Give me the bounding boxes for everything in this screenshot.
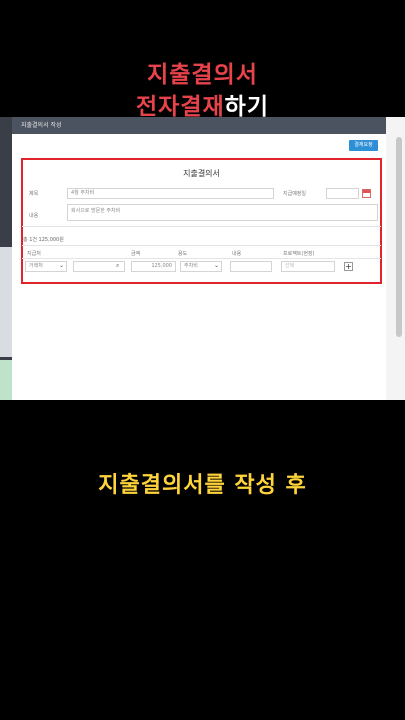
total-summary: 총 1건 125,000원 xyxy=(23,237,64,243)
calendar-icon[interactable] xyxy=(362,189,371,198)
approval-request-button[interactable]: 결재요청 xyxy=(349,140,378,151)
chevron-down-icon: ⌄ xyxy=(214,262,220,269)
row-content-input[interactable] xyxy=(230,261,272,272)
caption-subtitle: 전자결재하기 xyxy=(0,87,405,121)
header-purpose: 용도 xyxy=(178,251,188,257)
content-textarea[interactable]: 회사으로 방문한 주차비 xyxy=(67,204,378,221)
amount-input[interactable]: 125,000 xyxy=(131,261,176,272)
scrollbar-thumb[interactable] xyxy=(396,137,402,337)
background-app-left xyxy=(0,117,12,400)
date-input[interactable] xyxy=(326,188,359,199)
header-amount: 금액 xyxy=(131,251,141,257)
header-content: 내용 xyxy=(232,251,242,257)
project-select[interactable]: 선택 xyxy=(281,261,335,272)
modal-header-title: 지출결의서 작성 xyxy=(12,117,386,134)
scrollbar[interactable] xyxy=(386,117,405,400)
content-label: 내용 xyxy=(29,213,39,219)
caption-title: 지출결의서 xyxy=(147,62,258,88)
subject-label: 제목 xyxy=(29,191,39,197)
search-icon[interactable]: ⌕ xyxy=(116,262,119,270)
header-project: 프로젝트(현장) xyxy=(283,251,315,257)
date-label: 지급예정일 xyxy=(283,191,307,197)
subject-input[interactable]: 4월 주차비 xyxy=(67,188,274,199)
caption-bottom: 지출결의서를 작성 후 xyxy=(98,473,307,498)
add-row-button[interactable]: + xyxy=(344,262,353,271)
form-title: 지출결의서 xyxy=(183,169,220,178)
chevron-down-icon: ⌄ xyxy=(59,262,65,269)
header-payee: 지급처 xyxy=(27,251,41,257)
